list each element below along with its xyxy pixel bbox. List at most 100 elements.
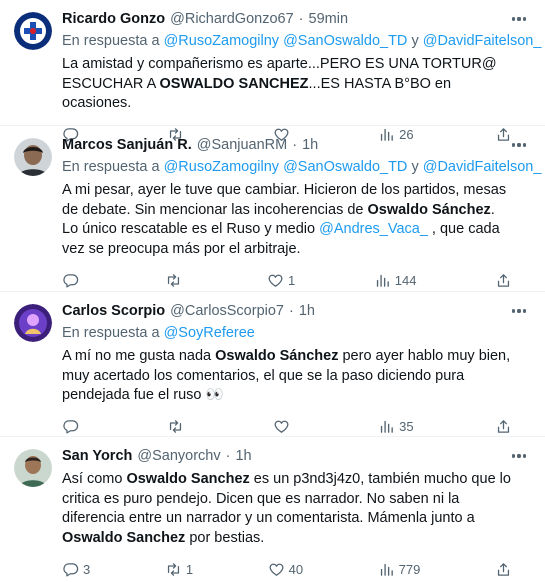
author-handle[interactable]: @CarlosScorpio7 — [170, 302, 284, 321]
avatar[interactable] — [14, 449, 52, 487]
more-icon[interactable] — [509, 10, 529, 28]
views-button[interactable]: 35 — [378, 418, 414, 435]
avatar[interactable] — [14, 304, 52, 342]
timestamp[interactable]: 1h — [235, 447, 251, 466]
highlighted-term: Oswaldo Sánchez — [367, 201, 491, 218]
reply-button[interactable]: 3 — [62, 561, 90, 578]
reply-prefix: En respuesta a — [62, 159, 160, 175]
tweet-header: San Yorch @Sanyorchv · 1h — [62, 447, 531, 466]
reply-button[interactable] — [62, 418, 86, 435]
like-count: 40 — [288, 561, 304, 577]
tweet-text: A mí no me gusta nada Oswaldo Sánchez pe… — [62, 347, 531, 406]
tweet-text: Así como Oswaldo Sanchez es un p3nd3j4z0… — [62, 470, 531, 548]
highlighted-term: Oswaldo Sánchez — [215, 348, 339, 364]
tweet-text-part: A mí no me gusta nada — [62, 348, 216, 364]
retweet-button[interactable] — [165, 272, 189, 289]
author-name[interactable]: San Yorch — [62, 447, 132, 466]
profile-photo — [14, 138, 52, 176]
share-icon — [497, 420, 510, 433]
author-handle[interactable]: @RichardGonzo67 — [170, 10, 294, 29]
views-icon — [380, 420, 393, 433]
tweet-text: A mi pesar, ayer le tuve que cambiar. Hi… — [62, 181, 531, 259]
tweet-text-part: Así como — [62, 471, 127, 487]
heart-icon — [274, 420, 289, 433]
timestamp[interactable]: 59min — [309, 10, 349, 29]
like-button[interactable]: 1 — [267, 272, 295, 289]
separator: · — [289, 303, 294, 319]
highlighted-term: Oswaldo Sanchez — [62, 529, 186, 546]
retweet-icon — [167, 273, 179, 287]
retweet-button[interactable]: 1 — [165, 561, 193, 578]
mention-link[interactable]: @SoyReferee — [164, 325, 255, 341]
cruz-azul-logo — [14, 12, 52, 50]
tweet[interactable]: San Yorch @Sanyorchv · 1h Así como Oswal… — [0, 437, 545, 582]
author-name[interactable]: Ricardo Gonzo — [62, 10, 165, 29]
author-name[interactable]: Carlos Scorpio — [62, 302, 165, 321]
reply-prefix: En respuesta a — [62, 33, 160, 49]
tweet-text: La amistad y compañerismo es aparte...PE… — [62, 55, 531, 114]
reply-connector: y — [411, 33, 419, 49]
author-handle[interactable]: @SanjuanRM — [197, 136, 287, 155]
timestamp[interactable]: 1h — [299, 302, 315, 321]
tweet-feed: Ricardo Gonzo @RichardGonzo67 · 59min En… — [0, 0, 545, 582]
heart-icon — [268, 274, 283, 287]
retweet-count: 1 — [185, 561, 194, 577]
view-count: 144 — [394, 272, 417, 288]
reply-prefix: En respuesta a — [62, 325, 160, 341]
heart-icon — [269, 563, 284, 576]
views-icon — [376, 274, 389, 287]
tweet-header: Marcos Sanjuán R. @SanjuanRM · 1h — [62, 136, 531, 155]
tweet-header: Carlos Scorpio @CarlosScorpio7 · 1h — [62, 302, 531, 321]
reply-count: 3 — [83, 561, 91, 577]
tweet[interactable]: Carlos Scorpio @CarlosScorpio7 · 1h En r… — [0, 292, 545, 437]
author-name[interactable]: Marcos Sanjuán R. — [62, 136, 192, 155]
reply-context: En respuesta a @SoyReferee — [62, 324, 531, 343]
author-handle[interactable]: @Sanyorchv — [137, 447, 220, 466]
tweet-text-part: por bestias. — [185, 529, 265, 546]
tweet[interactable]: Marcos Sanjuán R. @SanjuanRM · 1h En res… — [0, 126, 545, 292]
reply-icon — [63, 562, 79, 577]
highlighted-term: Oswaldo Sanchez — [126, 471, 250, 487]
mention-link[interactable]: @Andres_Vaca_ — [319, 221, 428, 237]
like-button[interactable] — [273, 418, 297, 435]
share-button[interactable] — [495, 561, 519, 578]
reply-icon — [63, 420, 79, 434]
reply-context: En respuesta a @RusoZamogilny @SanOswald… — [62, 158, 541, 177]
avatar[interactable] — [14, 12, 52, 50]
timestamp[interactable]: 1h — [302, 136, 318, 155]
more-icon[interactable] — [509, 136, 529, 154]
like-button[interactable]: 40 — [268, 561, 303, 578]
more-icon[interactable] — [509, 447, 529, 465]
mention-link[interactable]: @RusoZamogilny — [164, 159, 279, 175]
views-button[interactable]: 144 — [374, 272, 417, 289]
share-button[interactable] — [495, 418, 519, 435]
tweet-actions: 3 1 40 779 — [62, 548, 533, 582]
mention-link[interactable]: @SanOswaldo_TD — [283, 159, 407, 175]
highlighted-term: OSWALDO SANCHEZ — [159, 75, 309, 92]
mention-link[interactable]: @DavidFaitelson_ — [423, 33, 542, 49]
profile-photo — [14, 304, 52, 342]
mention-link[interactable]: @DavidFaitelson_ — [423, 159, 542, 175]
mention-link[interactable]: @RusoZamogilny — [164, 33, 279, 49]
view-count: 779 — [398, 561, 421, 577]
separator: · — [298, 11, 304, 27]
more-icon[interactable] — [509, 302, 529, 320]
tweet[interactable]: Ricardo Gonzo @RichardGonzo67 · 59min En… — [0, 0, 545, 142]
share-button[interactable] — [495, 272, 519, 289]
reply-button[interactable] — [62, 272, 86, 289]
reply-connector: y — [411, 159, 419, 175]
share-icon — [497, 562, 510, 576]
view-count: 35 — [399, 419, 414, 434]
views-button[interactable]: 779 — [378, 561, 421, 578]
like-count: 1 — [288, 272, 296, 288]
retweet-button[interactable] — [167, 418, 191, 435]
separator: · — [292, 137, 298, 153]
profile-photo — [14, 449, 52, 487]
reply-context: En respuesta a @RusoZamogilny @SanOswald… — [62, 32, 541, 51]
reply-icon — [63, 273, 79, 288]
tweet-header: Ricardo Gonzo @RichardGonzo67 · 59min — [62, 10, 531, 29]
retweet-icon — [167, 562, 179, 576]
share-icon — [497, 273, 510, 287]
mention-link[interactable]: @SanOswaldo_TD — [283, 33, 407, 49]
avatar[interactable] — [14, 138, 52, 176]
